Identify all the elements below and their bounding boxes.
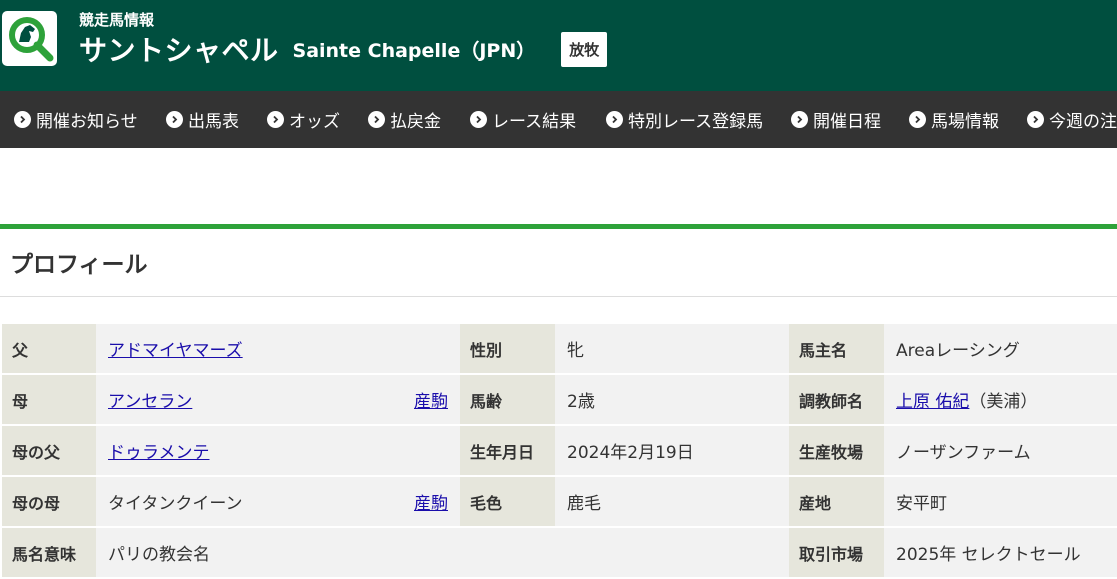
origin-label: 産地 [789, 476, 884, 528]
table-row: 母 アンセラン 産駒 馬齢 2歳 調教師名 上原 佑紀（美浦） [2, 374, 1117, 426]
damsire-cell: ドゥラメンテ [96, 425, 460, 477]
nav-item-schedule[interactable]: 開催日程 [791, 91, 881, 148]
age-value: 2歳 [555, 374, 789, 426]
dam-link[interactable]: アンセラン [108, 387, 192, 412]
divider [0, 296, 1117, 297]
nav-item-special-registrations[interactable]: 特別レース登録馬 [606, 91, 763, 148]
granddam-cell: タイタンクイーン 産駒 [96, 476, 460, 528]
chevron-right-icon [14, 111, 31, 128]
granddam-label: 母の母 [2, 476, 96, 528]
sire-cell: アドマイヤマーズ [96, 324, 460, 375]
nav-label: レース結果 [492, 112, 577, 132]
nav-label: 開催日程 [813, 112, 881, 132]
trainer-label: 調教師名 [789, 374, 884, 426]
nav-label: 払戻金 [390, 112, 441, 132]
dam-cell: アンセラン 産駒 [96, 374, 460, 426]
birth-value: 2024年2月19日 [555, 425, 789, 477]
granddam-value: タイタンクイーン [108, 494, 243, 514]
nav-label: 今週の注 [1049, 112, 1117, 132]
horse-name-en: Sainte Chapelle（JPN） [292, 39, 536, 62]
breeder-label: 生産牧場 [789, 425, 884, 477]
chevron-right-icon [791, 111, 808, 128]
table-row: 父 アドマイヤマーズ 性別 牝 馬主名 Areaレーシング [2, 324, 1117, 375]
color-label: 毛色 [460, 476, 555, 528]
sex-label: 性別 [460, 324, 555, 375]
sire-label: 父 [2, 324, 96, 375]
horse-name-ja: サントシャペル [79, 34, 279, 67]
owner-value: Areaレーシング [884, 324, 1117, 375]
dam-produce-link[interactable]: 産駒 [414, 387, 448, 412]
market-value: 2025年 セレクトセール [884, 527, 1117, 579]
sex-value: 牝 [555, 324, 789, 375]
header-subtitle: 競走馬情報 [79, 11, 155, 29]
trainer-link[interactable]: 上原 佑紀 [896, 392, 969, 412]
chevron-right-icon [267, 111, 284, 128]
nav-label: 馬場情報 [931, 112, 999, 132]
owner-label: 馬主名 [789, 324, 884, 375]
nav-item-odds[interactable]: オッズ [267, 91, 340, 148]
table-row: 母の母 タイタンクイーン 産駒 毛色 鹿毛 産地 安平町 [2, 476, 1117, 528]
chevron-right-icon [166, 111, 183, 128]
market-label: 取引市場 [789, 527, 884, 579]
nav-item-payout[interactable]: 払戻金 [368, 91, 441, 148]
main-nav: 開催お知らせ 出馬表 オッズ 払戻金 レース結果 特別レース登録馬 開催日程 馬… [0, 91, 1117, 148]
granddam-produce-link[interactable]: 産駒 [414, 489, 448, 514]
profile-table: 父 アドマイヤマーズ 性別 牝 馬主名 Areaレーシング 母 アンセラン 産駒… [2, 324, 1117, 579]
search-horse-logo-icon[interactable] [2, 11, 57, 66]
damsire-link[interactable]: ドゥラメンテ [108, 443, 210, 463]
color-value: 鹿毛 [555, 476, 789, 528]
site-header: 競走馬情報 サントシャペル Sainte Chapelle（JPN） 放牧 [0, 0, 1117, 91]
chevron-right-icon [368, 111, 385, 128]
table-row: 母の父 ドゥラメンテ 生年月日 2024年2月19日 生産牧場 ノーザンファーム [2, 425, 1117, 477]
age-label: 馬齢 [460, 374, 555, 426]
status-badge: 放牧 [561, 31, 608, 67]
nav-item-weekly[interactable]: 今週の注 [1027, 91, 1117, 148]
chevron-right-icon [470, 111, 487, 128]
birth-label: 生年月日 [460, 425, 555, 477]
nav-item-entries[interactable]: 出馬表 [166, 91, 239, 148]
chevron-right-icon [606, 111, 623, 128]
nav-item-results[interactable]: レース結果 [470, 91, 576, 148]
damsire-label: 母の父 [2, 425, 96, 477]
nav-item-track-info[interactable]: 馬場情報 [909, 91, 999, 148]
chevron-right-icon [909, 111, 926, 128]
nav-label: 開催お知らせ [36, 112, 138, 132]
nav-item-notice[interactable]: 開催お知らせ [14, 91, 138, 148]
trainer-cell: 上原 佑紀（美浦） [884, 374, 1117, 426]
nav-label: 出馬表 [188, 112, 239, 132]
meaning-value: パリの教会名 [96, 527, 789, 579]
breeder-value: ノーザンファーム [884, 425, 1117, 477]
section-title: プロフィール [10, 252, 148, 278]
section-accent-rule [0, 224, 1117, 229]
dam-label: 母 [2, 374, 96, 426]
nav-label: オッズ [289, 112, 340, 132]
nav-label: 特別レース登録馬 [628, 112, 764, 132]
origin-value: 安平町 [884, 476, 1117, 528]
sire-link[interactable]: アドマイヤマーズ [108, 341, 243, 361]
table-row: 馬名意味 パリの教会名 取引市場 2025年 セレクトセール [2, 527, 1117, 579]
trainer-affiliation: （美浦） [969, 392, 1038, 412]
chevron-right-icon [1027, 111, 1044, 128]
horse-title: サントシャペル Sainte Chapelle（JPN） 放牧 [79, 29, 608, 69]
meaning-label: 馬名意味 [2, 527, 96, 579]
